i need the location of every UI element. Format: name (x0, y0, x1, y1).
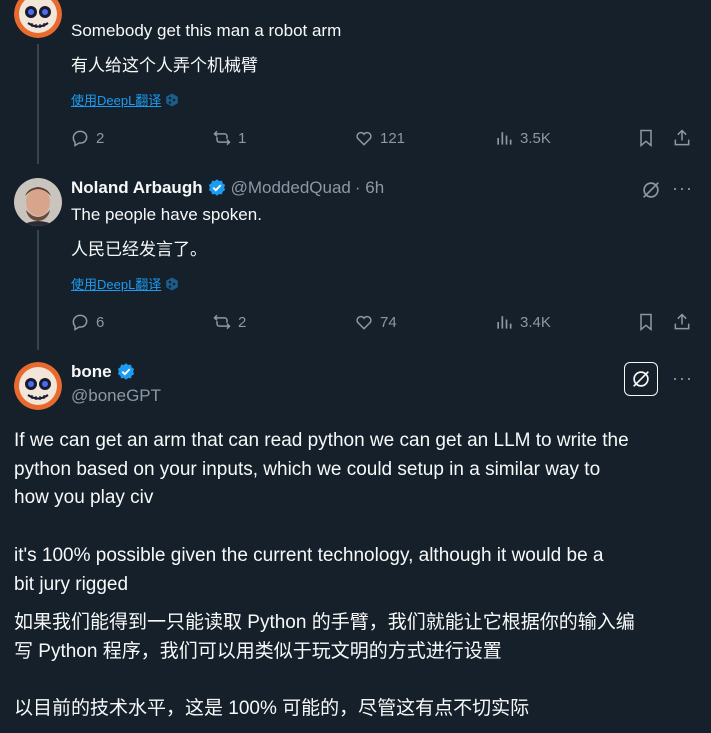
repost-count: 1 (238, 129, 247, 147)
reply-count: 2 (96, 129, 105, 147)
bookmark-button[interactable] (636, 126, 656, 150)
author-handle[interactable]: @ModdedQuad (231, 178, 351, 198)
reply-icon (72, 130, 88, 147)
bookmark-icon (640, 313, 652, 332)
author-name[interactable]: bone (71, 362, 112, 382)
avatar[interactable] (14, 178, 62, 226)
more-options-icon[interactable]: ··· (672, 368, 693, 389)
tweet-translation: 人民已经发言了。 (71, 240, 207, 259)
author-name[interactable]: Noland Arbaugh (71, 178, 203, 198)
main-tweet-line: how you play civ (14, 487, 154, 509)
reply-count: 6 (96, 313, 105, 331)
main-tweet-text: If we can get an arm that can read pytho… (14, 427, 699, 599)
translation-line: 以目前的技术水平，这是 100% 可能的，尽管这有点不切实际 (14, 698, 530, 720)
tweet-timestamp[interactable]: · 6h (355, 178, 384, 198)
tweet-text: Somebody get this man a robot arm (71, 21, 342, 40)
more-options-icon[interactable]: ··· (672, 178, 693, 199)
tweet-translation: 有人给这个人弄个机械臂 (71, 56, 258, 75)
views-count: 3.4K (520, 313, 551, 331)
views-count: 3.5K (520, 129, 551, 147)
bookmark-icon (640, 129, 652, 148)
thread-line-2 (37, 230, 39, 350)
heart-icon (356, 131, 372, 146)
translation-line: 写 Python 程序，我们可以用类似于玩文明的方式进行设置 (14, 640, 502, 662)
repost-count: 2 (238, 313, 247, 331)
share-icon (674, 129, 690, 146)
verified-badge-icon (117, 363, 134, 380)
share-button[interactable] (672, 310, 692, 334)
repost-icon (213, 314, 231, 330)
repost-button[interactable]: 2 (212, 310, 246, 334)
tweet-text: The people have spoken. (71, 205, 262, 224)
deepl-icon (166, 93, 179, 106)
verified-badge-icon (208, 179, 225, 196)
grok-icon (633, 371, 649, 387)
profile-photo-icon (14, 178, 62, 226)
bookmark-button[interactable] (636, 310, 656, 334)
avatar[interactable] (14, 362, 62, 410)
views-icon (497, 132, 512, 145)
reply-button[interactable]: 2 (70, 126, 104, 150)
translate-label: 使用DeepL翻译 (71, 93, 162, 108)
like-count: 121 (380, 129, 406, 147)
share-icon (674, 313, 690, 330)
main-tweet-header: bone (71, 362, 136, 382)
tweet2-actions: 6 2 74 3.4K (70, 310, 700, 334)
repost-icon (213, 130, 231, 146)
main-tweet-line: bit jury rigged (14, 573, 129, 595)
tweet1-actions: 2 1 121 3.5K (70, 126, 700, 150)
repost-button[interactable]: 1 (212, 126, 246, 150)
main-tweet-line: If we can get an arm that can read pytho… (14, 430, 629, 451)
heart-icon (356, 315, 372, 330)
translate-link[interactable]: 使用DeepL翻译 (71, 90, 179, 109)
views-button[interactable]: 3.4K (494, 310, 551, 334)
grok-button[interactable] (624, 362, 658, 396)
share-button[interactable] (672, 126, 692, 150)
reply-icon (72, 314, 88, 331)
avatar[interactable] (14, 0, 62, 38)
tweet2-header: Noland Arbaugh @ModdedQuad · 6h (71, 178, 384, 198)
translation-line: 如果我们能得到一只能读取 Python 的手臂，我们就能让它根据你的输入编 (14, 612, 635, 633)
skull-avatar-icon (14, 362, 62, 410)
main-tweet-blank (14, 513, 699, 542)
main-tweet-line: python based on your inputs, which we co… (14, 458, 601, 480)
translate-label: 使用DeepL翻译 (71, 277, 162, 292)
views-icon (497, 316, 512, 329)
translate-link[interactable]: 使用DeepL翻译 (71, 274, 179, 293)
author-handle[interactable]: @boneGPT (71, 386, 161, 406)
views-button[interactable]: 3.5K (494, 126, 551, 150)
thread-line-1 (37, 44, 39, 164)
translation-blank (14, 666, 699, 695)
like-count: 74 (380, 313, 397, 331)
deepl-icon (166, 277, 179, 290)
like-button[interactable]: 121 (354, 126, 405, 150)
reply-button[interactable]: 6 (70, 310, 104, 334)
like-button[interactable]: 74 (354, 310, 397, 334)
main-tweet-line: it's 100% possible given the current tec… (14, 544, 604, 566)
skull-avatar-icon (14, 0, 62, 38)
main-tweet-translation: 如果我们能得到一只能读取 Python 的手臂，我们就能让它根据你的输入编 写 … (14, 609, 699, 724)
grok-icon[interactable] (640, 179, 662, 201)
